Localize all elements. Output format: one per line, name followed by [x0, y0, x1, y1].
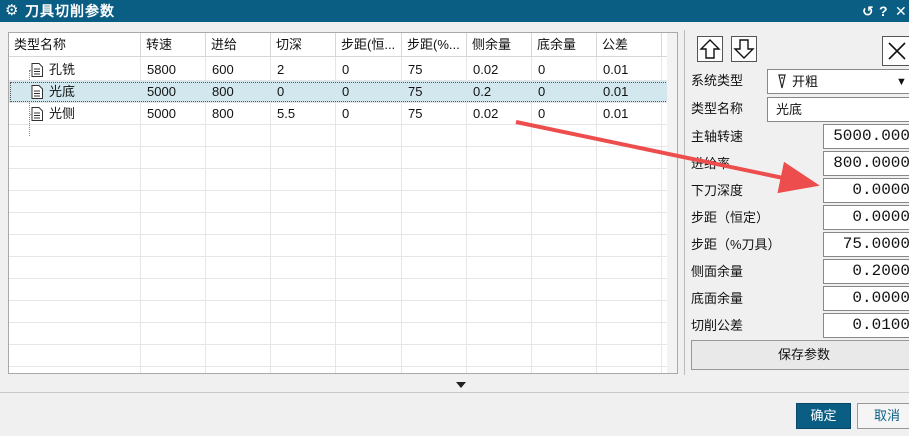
cut-depth-label: 下刀深度 — [691, 183, 744, 198]
cell-step-pct: 75 — [408, 62, 423, 77]
document-icon — [31, 107, 43, 121]
empty-row — [9, 257, 677, 279]
move-up-button[interactable] — [697, 36, 723, 62]
help-icon[interactable]: ? — [879, 2, 888, 20]
cell-feed: 800 — [212, 84, 234, 99]
empty-row — [9, 301, 677, 323]
arrow-down-icon — [733, 39, 755, 59]
empty-row — [9, 213, 677, 235]
cell-feed: 800 — [212, 106, 234, 121]
cell-depth: 5.5 — [277, 106, 296, 121]
empty-row — [9, 191, 677, 213]
column-header-step-const[interactable]: 步距(恒... — [336, 33, 402, 56]
empty-row — [9, 125, 677, 147]
cell-speed: 5000 — [147, 106, 176, 121]
side-stock-input[interactable]: 0.2000 — [823, 259, 909, 284]
cell-step-const: 0 — [342, 62, 350, 77]
document-icon — [31, 85, 43, 99]
bottom-stock-input[interactable]: 0.0000 — [823, 286, 909, 311]
empty-row — [9, 235, 677, 257]
column-header-depth[interactable]: 切深 — [271, 33, 336, 56]
step-pct-input[interactable]: 75.0000 — [823, 232, 909, 257]
title-bar: ⚙ 刀具切削参数 ↺ ? ✕ — [0, 0, 909, 22]
column-header-bottom[interactable]: 底余量 — [532, 33, 597, 56]
ok-button[interactable]: 确定 — [796, 403, 851, 429]
spindle-speed-label: 主轴转速 — [691, 129, 744, 144]
cell-step-pct: 75 — [408, 84, 423, 99]
table-scrollbar[interactable] — [667, 33, 677, 373]
cell-side: 0.2 — [473, 84, 492, 99]
chevron-down-icon: ▼ — [896, 76, 907, 88]
system-type-select[interactable]: 开粗 ▼ — [767, 69, 909, 94]
panel-splitter[interactable] — [684, 30, 685, 375]
empty-row — [9, 147, 677, 169]
feed-rate-label: 进给率 — [691, 156, 731, 171]
cell-name: 孔铣 — [49, 62, 76, 77]
cell-bottom: 0 — [538, 84, 546, 99]
window-title: 刀具切削参数 — [25, 3, 115, 19]
cut-tolerance-label: 切削公差 — [691, 318, 744, 333]
expand-down-icon[interactable] — [456, 382, 466, 388]
cell-tolerance: 0.01 — [603, 84, 629, 99]
footer-divider — [0, 392, 909, 393]
step-const-label: 步距（恒定） — [691, 210, 770, 225]
column-header-type-name[interactable]: 类型名称 — [9, 33, 141, 56]
cancel-button[interactable]: 取消 — [857, 403, 909, 429]
move-down-button[interactable] — [731, 36, 757, 62]
column-header-feed[interactable]: 进给 — [206, 33, 271, 56]
arrow-up-icon — [699, 39, 721, 59]
column-header-tolerance[interactable]: 公差 — [597, 33, 662, 56]
delete-button[interactable] — [882, 36, 909, 66]
gear-icon: ⚙ — [5, 2, 19, 19]
cell-feed: 600 — [212, 62, 234, 77]
step-pct-label: 步距（%刀具） — [691, 237, 781, 252]
cell-side: 0.02 — [473, 106, 499, 121]
type-name-input[interactable]: 光底 — [767, 97, 909, 122]
cell-speed: 5000 — [147, 84, 176, 99]
delete-x-icon — [888, 42, 906, 60]
system-type-label: 系统类型 — [691, 73, 744, 88]
type-name-label: 类型名称 — [691, 101, 744, 116]
system-type-value: 开粗 — [792, 74, 819, 89]
table-row[interactable]: 光侧 5000 800 5.5 0 75 0.02 0 0.01 — [9, 103, 677, 125]
cell-speed: 5800 — [147, 62, 176, 77]
column-header-speed[interactable]: 转速 — [141, 33, 206, 56]
cell-tolerance: 0.01 — [603, 106, 629, 121]
table-header: 类型名称 转速 进给 切深 步距(恒... 步距(%... 侧余量 底余量 公差 — [9, 33, 677, 57]
cell-side: 0.02 — [473, 62, 499, 77]
cell-name: 光底 — [49, 84, 76, 99]
cell-step-pct: 75 — [408, 106, 423, 121]
cell-bottom: 0 — [538, 62, 546, 77]
document-icon — [31, 63, 43, 77]
reset-icon[interactable]: ↺ — [862, 2, 874, 20]
cell-step-const: 0 — [342, 84, 350, 99]
table-row[interactable]: 光底 5000 800 0 0 75 0.2 0 0.01 — [9, 81, 677, 103]
cut-tolerance-input[interactable]: 0.0100 — [823, 313, 909, 338]
table-row[interactable]: 孔铣 5800 600 2 0 75 0.02 0 0.01 — [9, 59, 677, 81]
cell-depth: 0 — [277, 84, 285, 99]
empty-row — [9, 169, 677, 191]
empty-row — [9, 323, 677, 345]
feed-rate-input[interactable]: 800.0000 — [823, 151, 909, 176]
spindle-speed-input[interactable]: 5000.000 — [823, 124, 909, 149]
knife-icon — [778, 74, 786, 89]
cell-tolerance: 0.01 — [603, 62, 629, 77]
column-header-step-pct[interactable]: 步距(%... — [402, 33, 467, 56]
cell-name: 光侧 — [49, 106, 76, 121]
step-const-input[interactable]: 0.0000 — [823, 205, 909, 230]
empty-row — [9, 279, 677, 301]
cell-bottom: 0 — [538, 106, 546, 121]
cell-depth: 2 — [277, 62, 285, 77]
cut-depth-input[interactable]: 0.0000 — [823, 178, 909, 203]
bottom-stock-label: 底面余量 — [691, 291, 744, 306]
side-stock-label: 侧面余量 — [691, 264, 744, 279]
save-params-button[interactable]: 保存参数 — [691, 340, 909, 370]
empty-row — [9, 345, 677, 367]
parameter-table: 类型名称 转速 进给 切深 步距(恒... 步距(%... 侧余量 底余量 公差… — [8, 32, 678, 374]
cell-step-const: 0 — [342, 106, 350, 121]
close-icon[interactable]: ✕ — [895, 2, 907, 20]
column-header-side[interactable]: 侧余量 — [467, 33, 532, 56]
